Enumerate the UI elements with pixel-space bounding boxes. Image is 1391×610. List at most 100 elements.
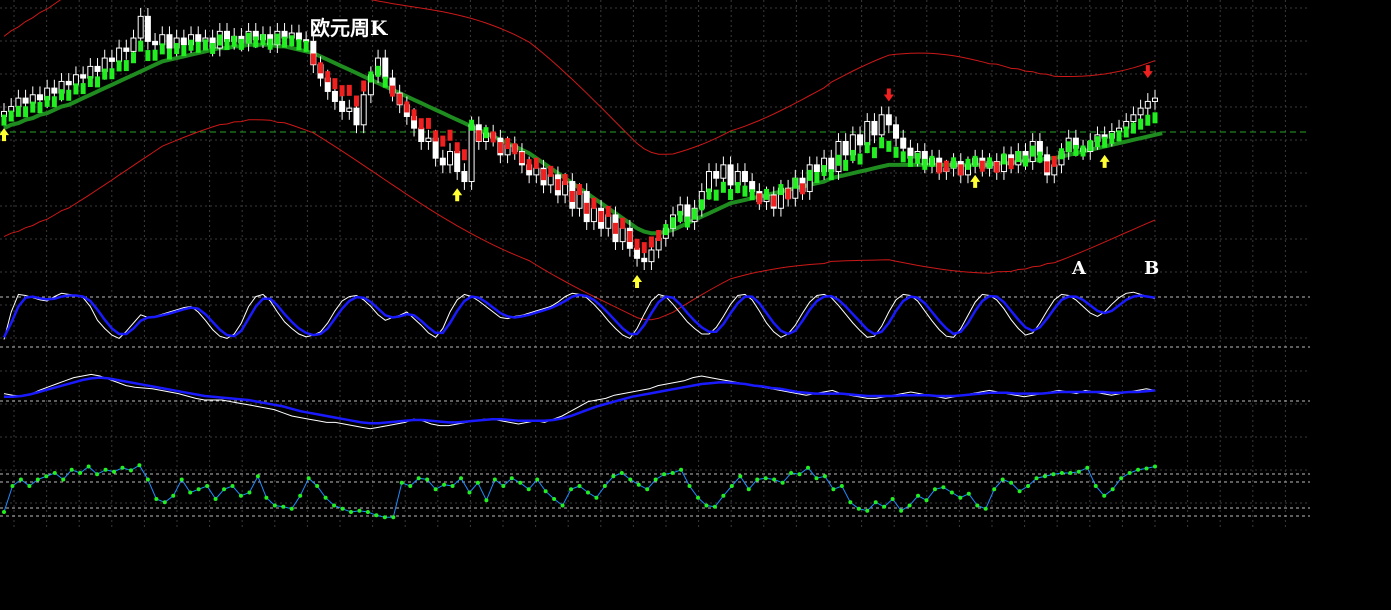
buy-arrow-icon	[0, 128, 9, 142]
trend-bar	[87, 76, 93, 88]
candle-body	[382, 57, 389, 79]
dot-series-point	[1059, 471, 1064, 475]
trend-bar	[303, 40, 309, 52]
trend-bar	[497, 142, 503, 154]
candle-body	[180, 37, 187, 46]
trend-bar	[231, 35, 237, 47]
trend-bar	[382, 76, 388, 88]
sell-arrow-icon	[883, 88, 894, 102]
trend-bar	[519, 152, 525, 164]
dot-series-point	[289, 506, 294, 511]
candle-body	[137, 15, 144, 39]
trend-bar	[1152, 112, 1158, 124]
trend-bar	[418, 118, 424, 130]
dot-series-point	[907, 503, 912, 508]
dot-series-point	[712, 504, 717, 509]
trend-bar	[1051, 155, 1057, 167]
dot-series-point	[569, 487, 574, 492]
candle-body	[619, 227, 626, 243]
trend-bar	[785, 188, 791, 200]
trend-bar	[1008, 158, 1014, 170]
candle-body	[166, 34, 173, 49]
lower-band-line	[3, 119, 1156, 321]
dot-series-point	[61, 477, 66, 482]
trend-bar	[735, 182, 741, 194]
dot-series-point	[1076, 469, 1081, 474]
candle-body	[900, 137, 907, 149]
dot-series-point	[780, 480, 785, 485]
label-a: A	[1071, 258, 1087, 279]
candle-body	[295, 32, 302, 41]
dot-series-point	[450, 484, 455, 488]
trend-bar	[130, 52, 136, 64]
candle-body	[1152, 97, 1158, 102]
trend-bar	[663, 224, 669, 236]
trend-bar	[656, 230, 662, 242]
trend-bar	[871, 147, 877, 159]
dot-series-point	[1068, 471, 1073, 475]
trend-bar	[641, 242, 647, 254]
trend-bar	[562, 174, 568, 186]
dot-series-point	[484, 498, 489, 503]
oscillator-panel	[0, 291, 1310, 348]
trend-bar	[505, 138, 511, 150]
dot-series-point	[839, 484, 844, 488]
candle-body	[605, 214, 612, 229]
dot-series-point	[188, 490, 193, 495]
trend-bar	[210, 42, 216, 54]
candle-body	[720, 164, 727, 179]
dot-series-point	[501, 484, 506, 488]
trend-bar	[634, 238, 640, 250]
dot-series-point	[475, 480, 480, 485]
trend-bar	[821, 165, 827, 177]
trend-bar	[742, 185, 748, 197]
trend-bar	[907, 155, 913, 167]
trend-bar	[620, 217, 626, 229]
trend-bar	[936, 162, 942, 174]
dot-series-point	[873, 500, 878, 505]
trend-bar	[310, 53, 316, 65]
dot-series-point	[899, 508, 904, 513]
dot-series-point	[848, 500, 853, 505]
dot-series-point	[425, 477, 430, 482]
dot-series-point	[459, 476, 464, 481]
candle-body	[1137, 107, 1144, 116]
candle-body	[864, 120, 871, 146]
trend-bar	[332, 78, 338, 90]
dot-series-point	[18, 477, 23, 482]
dot-series-point	[332, 503, 337, 508]
trend-bar	[23, 106, 29, 118]
candle-body	[195, 34, 202, 42]
dot-series-point	[1009, 480, 1014, 485]
dot-series-point	[958, 495, 963, 500]
trend-bar	[756, 193, 762, 205]
dot-series-point	[86, 464, 91, 469]
candle-body	[713, 171, 720, 179]
trend-bar	[368, 71, 374, 83]
dot-series-point	[975, 503, 980, 508]
dot-series-point	[315, 484, 320, 488]
trend-bar	[598, 211, 604, 223]
chart: 欧元周K A B	[0, 0, 1310, 530]
trend-bar	[73, 83, 79, 95]
trend-bar	[188, 39, 194, 51]
candle-body	[1130, 114, 1137, 122]
dot-series-point	[535, 477, 540, 482]
trend-bar	[1058, 148, 1064, 160]
trend-bar	[260, 34, 266, 46]
trend-bar	[828, 169, 834, 181]
dot-series-point	[585, 490, 590, 495]
dot-series-point	[1000, 477, 1005, 482]
trend-bar	[943, 160, 949, 172]
dot-series-point	[264, 495, 269, 500]
dot-series-point	[594, 495, 599, 500]
trend-bar	[965, 158, 971, 170]
trend-bar	[224, 39, 230, 51]
trend-bar	[1109, 132, 1115, 144]
dot-series-point	[1119, 476, 1124, 481]
trend-bar	[548, 165, 554, 177]
trend-bar	[835, 154, 841, 166]
trend-bar	[533, 157, 539, 169]
candle-body	[641, 257, 648, 263]
chart-title: 欧元周K	[310, 16, 388, 40]
